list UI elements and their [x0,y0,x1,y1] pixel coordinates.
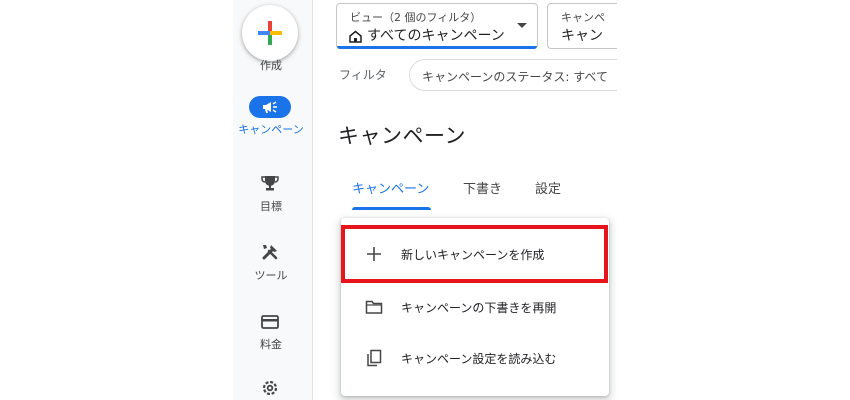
chevron-down-icon [517,23,527,28]
tab-campaigns[interactable]: キャンペーン [352,178,429,197]
nav-item-label: ツール [254,269,288,282]
create-campaign-menu: 新しいキャンペーンを作成 キャンペーンの下書きを再開 キャンペーン設定を読み込む [341,218,609,396]
copy-icon [364,348,384,368]
tools-icon [257,239,283,265]
nav-item-tools[interactable]: ツール [233,239,313,285]
nav-item-goals[interactable]: 目標 [233,170,313,216]
gear-icon [257,375,283,400]
tab-active-indicator [352,207,431,210]
nav-item-label: 目標 [260,200,282,213]
trophy-icon [257,170,283,196]
filter-chip-campaign-status[interactable]: キャンペーンのステータス: すべて [409,59,617,91]
active-indicator [249,96,291,118]
view-selector-value: すべてのキャンペーン [367,28,505,44]
page-title: キャンペーン [338,124,466,148]
menu-item-load-settings[interactable]: キャンペーン設定を読み込む [341,332,609,384]
megaphone-icon [263,101,277,113]
highlight-box [341,225,608,283]
app-frame: 作成 キャンペーン 目標 ツール 料金 ビュー（2 個のフィルタ） すべてのキャ… [233,0,617,400]
filter-chip-label: キャンペーンのステータス: すべて [422,70,608,84]
menu-item-label: キャンペーン設定を読み込む [401,352,557,366]
tab-drafts[interactable]: 下書き [463,178,502,197]
create-label: 作成 [260,59,282,72]
nav-rail: 作成 キャンペーン 目標 ツール 料金 [233,0,313,400]
credit-card-icon [257,309,283,335]
nav-item-campaigns[interactable]: キャンペーン [233,96,313,152]
home-icon [349,28,362,47]
tab-settings[interactable]: 設定 [535,178,561,197]
tab-bar: キャンペーン 下書き 設定 [338,175,617,210]
nav-item-billing[interactable]: 料金 [233,309,313,355]
campaign-selector-value: キャン [561,28,603,44]
plus-colored-icon [258,21,282,45]
campaign-selector[interactable]: キャンペ キャン [547,3,617,49]
folder-icon [364,297,384,317]
menu-item-label: キャンペーンの下書きを再開 [401,301,557,315]
filter-label: フィルタ [339,68,387,82]
view-selector[interactable]: ビュー（2 個のフィルタ） すべてのキャンペーン [336,3,538,49]
view-selector-caption: ビュー（2 個のフィルタ） [350,11,482,24]
nav-item-settings[interactable] [233,375,313,400]
menu-item-resume-draft[interactable]: キャンペーンの下書きを再開 [341,281,609,333]
campaign-selector-caption: キャンペ [561,11,605,24]
view-selector-underline [337,46,537,49]
nav-item-label: 料金 [260,338,282,351]
nav-item-label: キャンペーン [238,123,304,136]
create-button[interactable] [242,5,298,61]
